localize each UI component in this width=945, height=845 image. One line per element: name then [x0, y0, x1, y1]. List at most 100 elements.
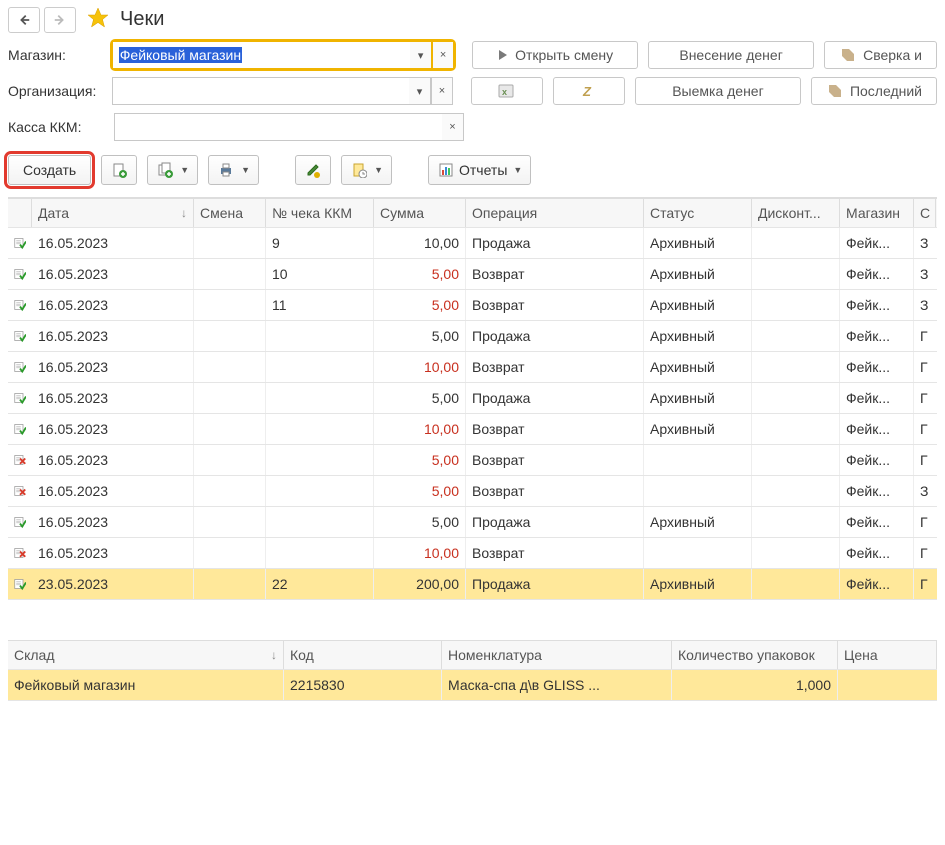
copy-button[interactable]: [101, 155, 137, 185]
cell-store: Фейк...: [840, 476, 914, 506]
row-status-icon: [8, 352, 32, 382]
row-status-icon: [8, 321, 32, 351]
cell-last: Г: [914, 507, 936, 537]
col-num[interactable]: № чека ККМ: [266, 199, 374, 227]
cell-date: 16.05.2023: [32, 538, 194, 568]
row-status-icon: [8, 228, 32, 258]
col-qty[interactable]: Количество упаковок: [672, 641, 838, 669]
col-warehouse[interactable]: Склад↓: [8, 641, 284, 669]
cell-status: [644, 538, 752, 568]
recon-button[interactable]: Сверка и: [824, 41, 937, 69]
cell-sum: 5,00: [374, 259, 466, 289]
col-sum[interactable]: Сумма: [374, 199, 466, 227]
detail-grid: Склад↓ Код Номенклатура Количество упако…: [8, 640, 937, 701]
cell-date: 16.05.2023: [32, 259, 194, 289]
chevron-down-icon: ▼: [513, 165, 522, 175]
create-button[interactable]: Создать: [8, 155, 91, 185]
schedule-button[interactable]: ▼: [341, 155, 392, 185]
add-group-icon: [156, 161, 174, 179]
cell-date: 16.05.2023: [32, 445, 194, 475]
cell-sum: 10,00: [374, 352, 466, 382]
cell-date: 16.05.2023: [32, 383, 194, 413]
store-combo[interactable]: Фейковый магазин ▾ ×: [112, 41, 454, 69]
col-date[interactable]: Дата↓: [32, 199, 194, 227]
col-store[interactable]: Магазин: [840, 199, 914, 227]
cell-discount: [752, 476, 840, 506]
col-last[interactable]: С: [914, 199, 936, 227]
cell-shift: [194, 476, 266, 506]
table-row[interactable]: 23.05.202322200,00ПродажаАрхивныйФейк...…: [8, 569, 937, 600]
table-row[interactable]: 16.05.2023105,00ВозвратАрхивныйФейк...З: [8, 259, 937, 290]
store-label: Магазин:: [8, 47, 108, 63]
table-row[interactable]: 16.05.2023910,00ПродажаАрхивныйФейк...З: [8, 228, 937, 259]
table-row[interactable]: 16.05.202310,00ВозвратФейк...Г: [8, 538, 937, 569]
table-row[interactable]: 16.05.20235,00ПродажаАрхивныйФейк...Г: [8, 507, 937, 538]
cell-last: Г: [914, 383, 936, 413]
kkm-input[interactable]: [114, 113, 442, 141]
table-row[interactable]: 16.05.20235,00ВозвратФейк...З: [8, 476, 937, 507]
nav-forward-button[interactable]: [44, 7, 76, 33]
row-status-icon: [8, 290, 32, 320]
add-group-button[interactable]: ▼: [147, 155, 198, 185]
cell-last: З: [914, 476, 936, 506]
store-dropdown-button[interactable]: ▾: [410, 41, 432, 69]
org-combo[interactable]: ▾ ×: [112, 77, 453, 105]
cell-last: Г: [914, 321, 936, 351]
col-operation[interactable]: Операция: [466, 199, 644, 227]
row-status-icon: [8, 259, 32, 289]
cell-status: Архивный: [644, 321, 752, 351]
cell-date: 16.05.2023: [32, 228, 194, 258]
last-button[interactable]: Последний: [811, 77, 937, 105]
cell-shift: [194, 228, 266, 258]
page-title: Чеки: [120, 8, 164, 31]
cell-shift: [194, 569, 266, 599]
col-shift[interactable]: Смена: [194, 199, 266, 227]
deposit-button[interactable]: Внесение денег: [648, 41, 814, 69]
table-row[interactable]: 16.05.20235,00ВозвратФейк...Г: [8, 445, 937, 476]
table-row[interactable]: 16.05.20235,00ПродажаАрхивныйФейк...Г: [8, 383, 937, 414]
org-clear-button[interactable]: ×: [431, 77, 453, 105]
kkm-combo[interactable]: ×: [114, 113, 464, 141]
cell-status: Архивный: [644, 290, 752, 320]
z-report-button[interactable]: Z: [553, 77, 625, 105]
table-row[interactable]: 16.05.20235,00ПродажаАрхивныйФейк...Г: [8, 321, 937, 352]
withdraw-button[interactable]: Выемка денег: [635, 77, 801, 105]
nav-back-button[interactable]: [8, 7, 40, 33]
favorite-star-icon[interactable]: [86, 6, 110, 33]
cell-discount: [752, 259, 840, 289]
store-clear-button[interactable]: ×: [432, 41, 454, 69]
cell-shift: [194, 445, 266, 475]
edit-button[interactable]: [295, 155, 331, 185]
cell-shift: [194, 383, 266, 413]
print-button[interactable]: ▼: [208, 155, 259, 185]
cell-store: Фейк...: [840, 507, 914, 537]
table-row[interactable]: 16.05.202310,00ВозвратАрхивныйФейк...Г: [8, 352, 937, 383]
cell-store: Фейк...: [840, 321, 914, 351]
chevron-down-icon: ▼: [374, 165, 383, 175]
row-status-icon: [8, 507, 32, 537]
org-dropdown-button[interactable]: ▾: [409, 77, 431, 105]
table-row[interactable]: 16.05.202310,00ВозвратАрхивныйФейк...Г: [8, 414, 937, 445]
cell-last: Г: [914, 445, 936, 475]
reports-button[interactable]: Отчеты ▼: [428, 155, 531, 185]
col-code[interactable]: Код: [284, 641, 442, 669]
store-value: Фейковый магазин: [119, 47, 242, 63]
arrow-left-icon: [17, 13, 31, 27]
excel-icon: x: [498, 82, 516, 100]
cell-price: [838, 670, 937, 700]
cell-operation: Возврат: [466, 538, 644, 568]
col-status[interactable]: Статус: [644, 199, 752, 227]
open-shift-button[interactable]: Открыть смену: [472, 41, 638, 69]
cell-sum: 10,00: [374, 228, 466, 258]
table-row[interactable]: 16.05.2023115,00ВозвратАрхивныйФейк...З: [8, 290, 937, 321]
cell-store: Фейк...: [840, 228, 914, 258]
cell-last: Г: [914, 352, 936, 382]
table-row[interactable]: Фейковый магазин2215830Маска-спа д\в GLI…: [8, 670, 937, 701]
org-input[interactable]: [112, 77, 409, 105]
kkm-clear-button[interactable]: ×: [442, 113, 464, 141]
cell-operation: Возврат: [466, 352, 644, 382]
col-discount[interactable]: Дисконт...: [752, 199, 840, 227]
export-excel-button[interactable]: x: [471, 77, 543, 105]
col-price[interactable]: Цена: [838, 641, 937, 669]
col-nomenclature[interactable]: Номенклатура: [442, 641, 672, 669]
